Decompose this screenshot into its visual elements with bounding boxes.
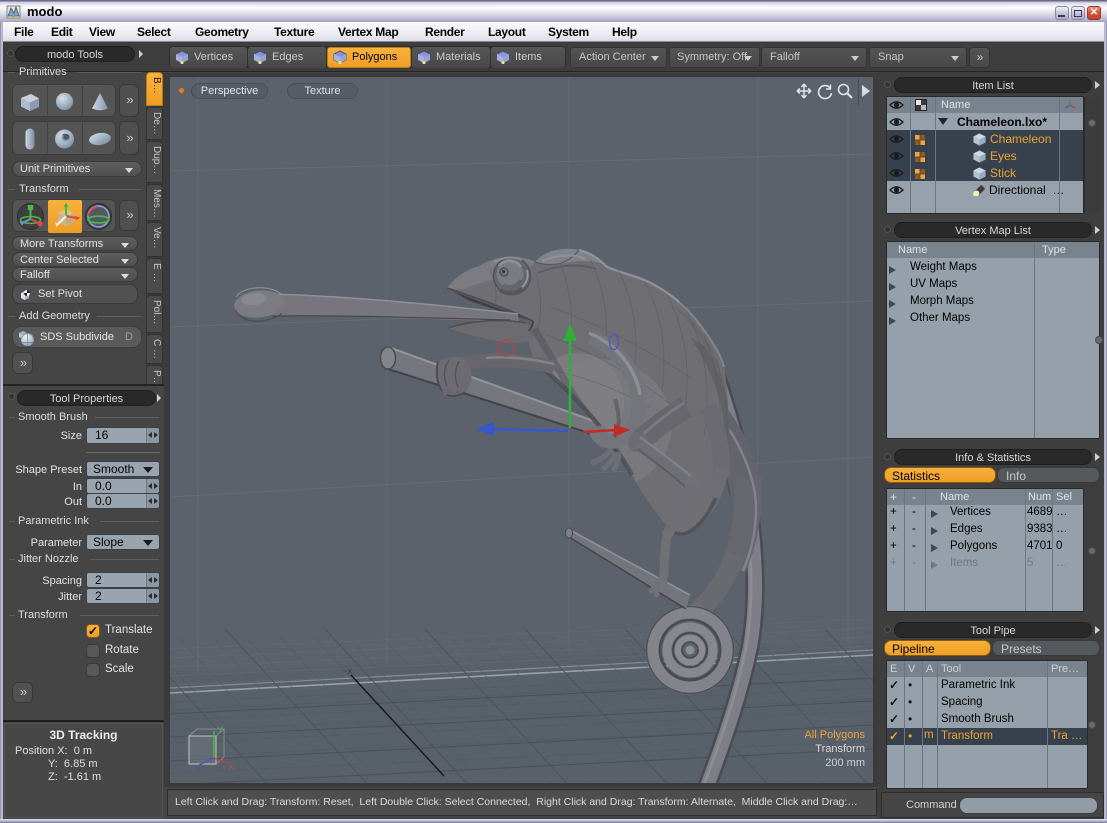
svg-text:-x: -x	[344, 666, 352, 677]
